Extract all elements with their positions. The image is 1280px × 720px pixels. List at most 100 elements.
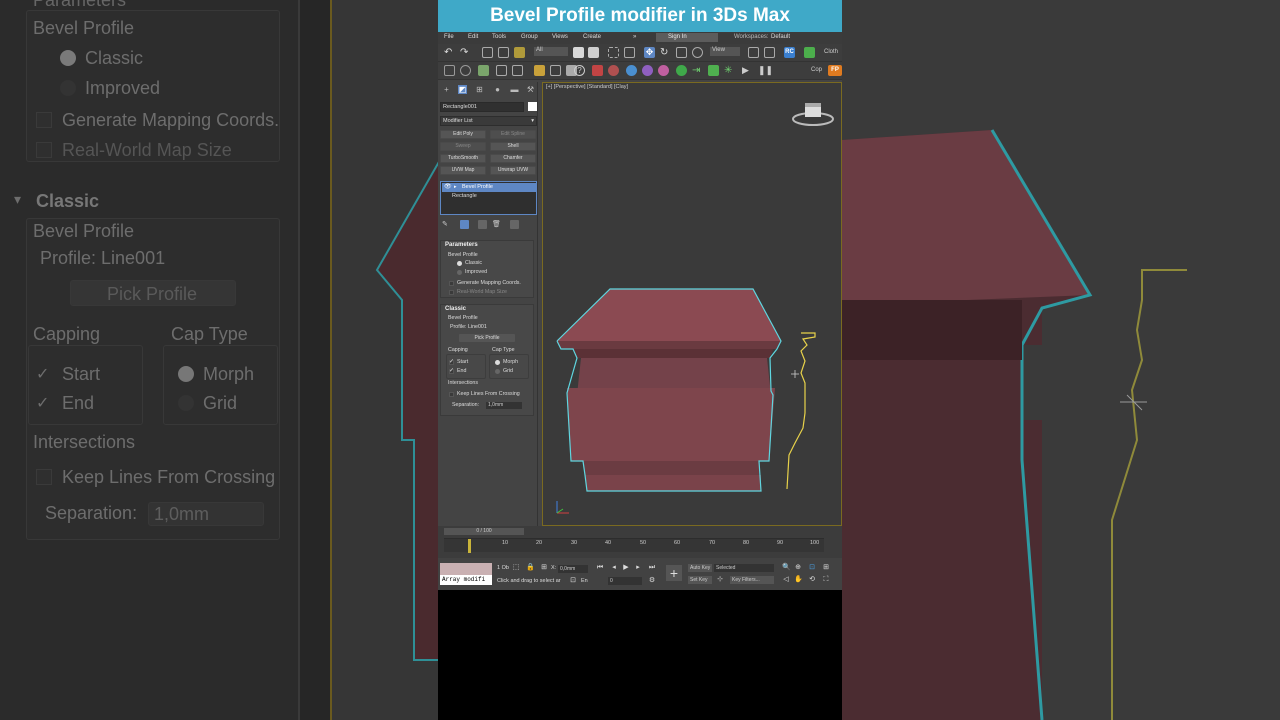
menu-file[interactable]: File (444, 34, 454, 40)
help-icon[interactable]: ? (574, 65, 585, 76)
maxscript-input[interactable]: Array modifi (440, 575, 492, 585)
unwrap-uvw-button[interactable]: Unwrap UVW (490, 166, 536, 175)
time-slider[interactable]: 0 / 100 (444, 528, 524, 535)
named-selection-icon[interactable] (512, 65, 523, 76)
redo-icon[interactable]: ↷ (460, 47, 471, 58)
menu-group[interactable]: Group (521, 34, 538, 40)
uvw-map-button[interactable]: UVW Map (440, 166, 486, 175)
window-crossing-icon[interactable] (624, 47, 635, 58)
display-tab-icon[interactable]: ▬ (510, 85, 519, 94)
menu-overflow[interactable]: » (633, 34, 636, 40)
zoom-extents-icon[interactable]: ⊡ (808, 564, 816, 572)
spinner-snap-icon[interactable] (496, 65, 507, 76)
menu-views[interactable]: Views (552, 34, 568, 40)
cloth-label[interactable]: Cloth (824, 49, 838, 55)
arrow-right-icon[interactable]: ⇥ (692, 65, 703, 76)
make-unique-icon[interactable] (478, 220, 487, 229)
menu-tools[interactable]: Tools (492, 34, 506, 40)
separation-spinner[interactable]: 1,0mm (486, 402, 522, 409)
lock-icon[interactable]: 🔒 (526, 564, 535, 572)
modifier-list-dropdown[interactable]: Modifier List ▾ (440, 116, 537, 126)
sign-in-button[interactable]: Sign In (656, 33, 718, 42)
object-color-swatch[interactable] (528, 102, 537, 111)
rendered-frame-icon[interactable] (658, 65, 669, 76)
stack-item-bevel-profile[interactable]: 👁 ▸ Bevel Profile (442, 183, 537, 192)
play-icon[interactable]: ▶ (742, 65, 753, 76)
turbosmooth-button[interactable]: TurboSmooth (440, 154, 486, 163)
select-object-icon[interactable] (573, 47, 584, 58)
pin-stack-icon[interactable]: ✎ (442, 220, 451, 229)
placement-icon[interactable] (692, 47, 703, 58)
chamfer-button[interactable]: Chamfer (490, 154, 536, 163)
menu-create[interactable]: Create (583, 34, 601, 40)
grid-radio[interactable] (495, 369, 500, 374)
add-key-icon[interactable]: + (666, 565, 682, 581)
move-icon[interactable]: ✥ (644, 47, 655, 58)
isolate-icon[interactable]: ⬚ (512, 564, 520, 572)
goto-end-icon[interactable]: ⏭ (648, 564, 656, 572)
key-mode-dropdown[interactable]: Selected (714, 564, 774, 572)
next-frame-icon[interactable]: ▸ (634, 564, 642, 572)
render-setup-icon[interactable] (642, 65, 653, 76)
viewcube-icon[interactable] (792, 103, 834, 126)
rectangular-selection-icon[interactable] (608, 47, 619, 58)
edit-spline-button[interactable]: Edit Spline (490, 130, 536, 139)
modify-tab-icon[interactable]: ◩ (458, 85, 467, 94)
zoom-icon[interactable]: 🔍 (782, 564, 791, 572)
maximize-viewport-icon[interactable]: ⛶ (822, 576, 830, 584)
percent-snap-icon[interactable] (478, 65, 489, 76)
curve-editor-icon[interactable] (592, 65, 603, 76)
auto-key-button[interactable]: Auto Key (688, 564, 712, 572)
mirror-icon[interactable] (534, 65, 545, 76)
move-gizmo-icon[interactable] (676, 65, 687, 76)
shell-button[interactable]: Shell (490, 142, 536, 151)
expand-arrow-icon[interactable]: ▸ (454, 183, 457, 192)
menu-edit[interactable]: Edit (468, 34, 478, 40)
cop-label[interactable]: Cop (811, 67, 822, 73)
x-coordinate-field[interactable]: 0,0mm (558, 565, 588, 573)
current-frame-field[interactable]: 0 (608, 577, 642, 585)
material-editor-icon[interactable] (626, 65, 637, 76)
link-icon[interactable] (482, 47, 493, 58)
configure-sets-icon[interactable] (510, 220, 519, 229)
eye-icon[interactable]: 👁 (444, 183, 452, 192)
object-name-field[interactable]: Rectangle001 (440, 102, 524, 112)
bind-spacewarp-icon[interactable] (514, 47, 525, 58)
play-animation-icon[interactable]: ▶ (622, 564, 630, 572)
reference-coord-dropdown[interactable]: View (710, 47, 740, 56)
real-world-checkbox[interactable] (449, 290, 454, 295)
rc-button[interactable]: RC (784, 47, 795, 58)
orbit-icon[interactable]: ⟲ (808, 576, 816, 584)
remove-modifier-icon[interactable]: 🗑 (492, 220, 501, 229)
morph-radio[interactable] (495, 360, 500, 365)
improved-radio[interactable] (457, 270, 462, 275)
pivot-icon[interactable] (748, 47, 759, 58)
key-filters-button[interactable]: Key Filters... (730, 576, 774, 584)
absolute-mode-icon[interactable]: ⊞ (540, 564, 548, 572)
time-config-icon[interactable]: ⚙ (648, 577, 656, 585)
unlink-icon[interactable] (498, 47, 509, 58)
utilities-tab-icon[interactable]: ⚒ (526, 85, 535, 94)
zoom-extents-all-icon[interactable]: ⊞ (822, 564, 830, 572)
schematic-view-icon[interactable] (608, 65, 619, 76)
motion-tab-icon[interactable]: ● (493, 85, 502, 94)
rotate-icon[interactable]: ↻ (660, 47, 671, 58)
workspaces-dropdown[interactable]: Default (771, 34, 790, 40)
grid-icon[interactable] (708, 65, 719, 76)
sun-icon[interactable]: ✳ (724, 65, 735, 76)
previous-frame-icon[interactable]: ◂ (610, 564, 618, 572)
bevel-profile-object[interactable] (556, 288, 782, 492)
adaptive-degradation-icon[interactable]: ⊡ (569, 577, 577, 585)
parameters-title[interactable]: Parameters (445, 242, 478, 248)
fp-button[interactable]: FP (828, 65, 842, 76)
create-tab-icon[interactable]: + (442, 85, 451, 94)
set-key-button[interactable]: Set Key (688, 576, 712, 584)
classic-title[interactable]: Classic (445, 306, 466, 312)
stack-item-rectangle[interactable]: Rectangle (442, 192, 537, 201)
generate-mapping-checkbox[interactable] (449, 281, 454, 286)
field-of-view-icon[interactable]: ◁ (782, 576, 790, 584)
align-icon[interactable] (550, 65, 561, 76)
hierarchy-tab-icon[interactable]: ⊞ (475, 85, 484, 94)
angle-snap-icon[interactable] (460, 65, 471, 76)
start-checkbox[interactable] (449, 358, 454, 365)
